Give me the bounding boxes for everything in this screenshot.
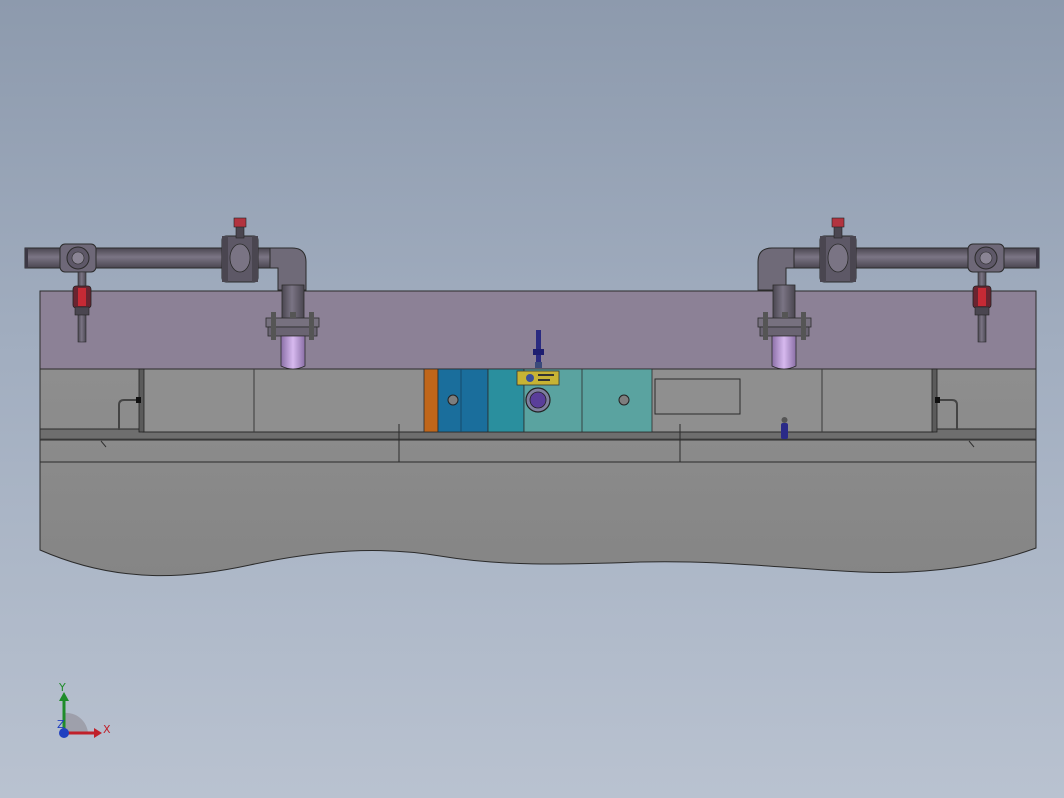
right-elbow (757, 247, 795, 291)
warning-label (516, 370, 560, 386)
rail-valve[interactable] (781, 423, 788, 439)
bolt-left (447, 394, 459, 406)
left-valve-handle[interactable] (233, 217, 247, 228)
axis-triad[interactable]: Y X Z (57, 681, 111, 738)
cad-scene: Y X Z (24, 217, 1040, 738)
inspection-window (654, 378, 741, 415)
left-purple-tube (280, 335, 306, 370)
right-valve-handle[interactable] (831, 217, 845, 228)
x-axis-label: X (103, 723, 111, 736)
bolt-right (618, 394, 630, 406)
orange-plate (423, 368, 439, 433)
y-axis-label: Y (58, 681, 66, 694)
blue-plate (437, 368, 489, 433)
top-actuator-stem (536, 330, 541, 364)
right-purple-tube (771, 335, 797, 370)
cad-viewport[interactable]: Y X Z (0, 0, 1064, 798)
z-axis-label: Z (57, 718, 65, 731)
left-elbow (269, 247, 307, 291)
